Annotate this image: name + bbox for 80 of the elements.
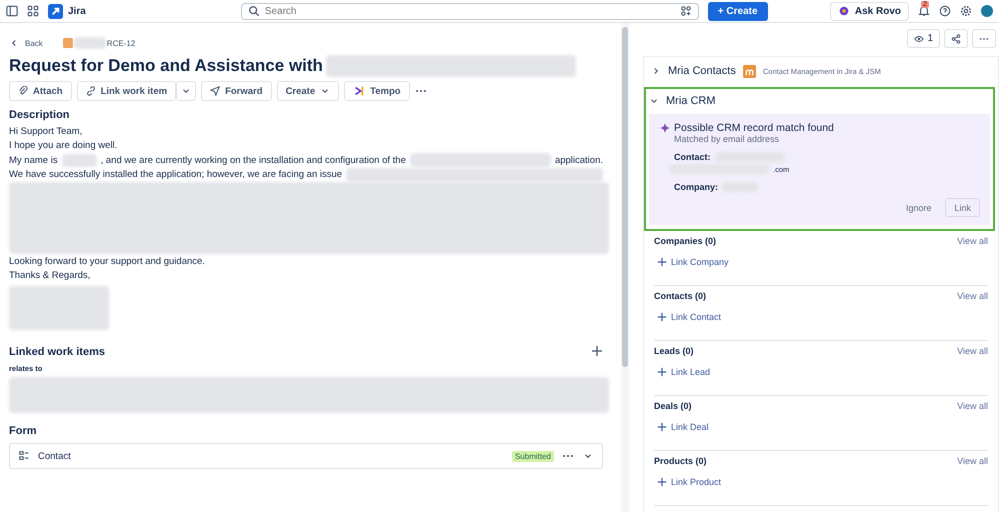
request-type-icon [62,38,73,48]
app-title[interactable]: Mria Contacts [668,65,736,77]
view-all-link[interactable]: View all [957,291,988,301]
view-all-link[interactable]: View all [957,401,988,411]
issue-key[interactable]: RCE-12 [106,38,136,48]
app-logo-icon [742,64,756,78]
add-icon[interactable] [591,344,603,356]
scrollbar-thumb[interactable] [622,27,628,367]
section-heading: Linked work items [9,346,105,358]
add-icon[interactable] [657,367,667,377]
add-icon[interactable] [657,257,667,267]
section-title: Leads (0) [654,346,694,356]
avatar[interactable] [981,5,993,17]
sidebar-toggle-icon[interactable] [6,5,18,17]
toolbar-button[interactable]: Attach [9,81,72,101]
add-icon[interactable] [657,477,667,487]
toolbar-button[interactable]: Tempo [344,81,410,101]
field-label: Contact: [674,152,710,162]
match-subtitle: Matched by email address [674,134,780,144]
link-action[interactable]: Link Lead [671,367,710,377]
view-all-link[interactable]: View all [957,456,988,466]
description-text: Looking forward to your support and guidance. [9,256,205,267]
link-action[interactable]: Link Deal [671,422,709,432]
view-all-link[interactable]: View all [957,346,988,356]
description-text: I hope you are doing well. [9,140,118,152]
link-action[interactable]: Link Contact [671,312,722,322]
redacted-block [74,37,106,49]
description-text: My name is [9,154,58,166]
share-button[interactable] [944,29,968,48]
section-heading: Form [9,425,38,437]
help-icon[interactable] [939,5,951,17]
back-link[interactable]: Back [25,38,43,48]
rovo-icon [838,5,850,17]
notification-bell-icon[interactable] [918,5,930,17]
sparkle-icon [659,122,671,134]
form-name: Contact [38,450,72,462]
add-icon[interactable] [657,422,667,432]
link-action[interactable]: Link Product [671,477,722,487]
match-title: Possible CRM record match found [674,122,834,134]
toolbar-button[interactable]: Link work item [76,81,176,101]
description-text: Hi Support Team, [9,126,82,137]
toolbar-button[interactable]: Create [276,81,340,101]
description-text: , and we are currently working on the installation and configuration of the [100,154,406,166]
section-title: Deals (0) [654,401,692,411]
form-icon [18,450,30,462]
section-title: Companies (0) [654,236,716,246]
ignore-button[interactable]: Ignore [900,198,938,217]
description-text: We have successfully installed the application; however, we are facing an issue [9,169,342,180]
issue-title: Request for Demo and Assistance with [9,56,323,76]
app-grid-icon[interactable] [27,5,39,17]
redacted-block [62,154,97,167]
form-card[interactable]: Contact Submitted [9,443,603,469]
link-icon [86,86,96,96]
link-action[interactable]: Link Company [671,257,729,267]
field-label: Company: [674,182,718,192]
share-icon [951,34,961,44]
eye-icon [914,34,924,44]
tempo-logo-icon [353,85,366,97]
view-all-link[interactable]: View all [957,236,988,246]
section-heading: Description [9,109,71,121]
add-icon[interactable] [657,312,667,322]
description-text: application. [554,154,603,166]
toolbar-button[interactable]: Forward [201,81,272,101]
settings-icon[interactable] [960,5,972,17]
link-button[interactable]: Link [945,198,980,217]
section-title: Contacts (0) [654,291,706,301]
description-text: Thanks & Regards, [9,270,90,282]
status-lozenge: Submitted [512,450,554,462]
product-name: Jira [68,6,86,16]
app-title[interactable]: Mria CRM [666,95,716,107]
send-icon [210,86,220,96]
create-button[interactable]: + Create [708,2,768,20]
search-field[interactable]: Search [240,2,699,20]
ask-rovo-button[interactable]: Ask Rovo [830,2,909,20]
section-title: Products (0) [654,456,707,466]
filter-icon[interactable] [680,5,692,17]
jira-logo-icon[interactable] [48,4,63,18]
watchers-button[interactable]: 1 [907,29,940,48]
search-icon [248,5,260,17]
paperclip-icon [18,86,28,96]
